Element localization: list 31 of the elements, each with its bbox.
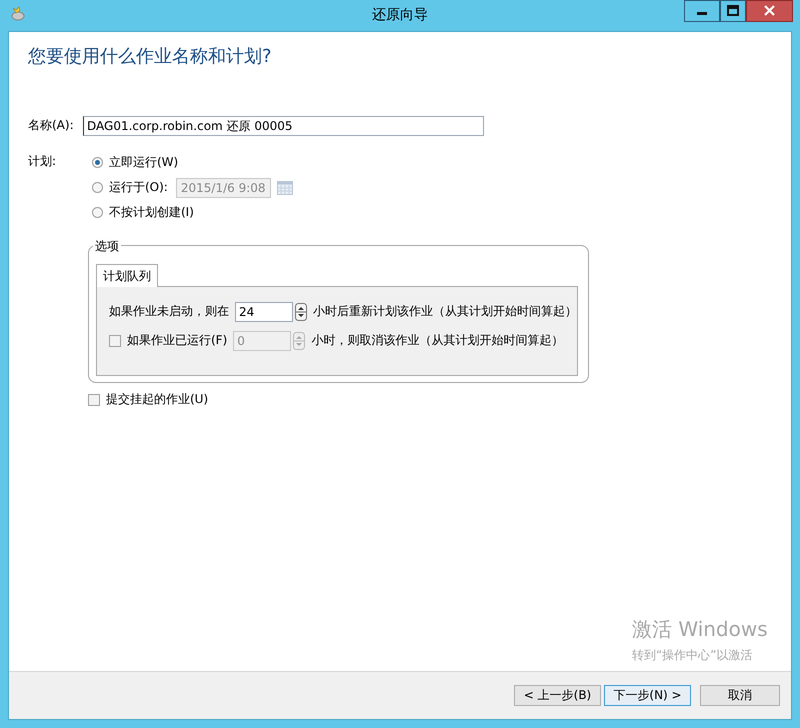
calendar-icon[interactable] (276, 180, 293, 194)
app-icon (10, 5, 26, 21)
activation-hint: 转到“操作中心”以激活 (632, 647, 752, 664)
wizard-button[interactable]: < 上一步(B) (514, 685, 601, 706)
spinner-arrows-icon[interactable] (295, 302, 307, 320)
minimize-icon[interactable] (684, 0, 720, 22)
close-icon[interactable] (746, 0, 793, 22)
activation-title: 激活 Windows (632, 616, 768, 643)
group-title: 选项 (93, 238, 121, 255)
radio-button[interactable] (92, 157, 103, 168)
radio-button[interactable] (92, 182, 103, 193)
radio-button[interactable] (92, 207, 103, 218)
radio-label: 运行于(O): (109, 179, 168, 196)
radio-label: 立即运行(W) (109, 154, 178, 171)
maximize-icon[interactable] (720, 0, 746, 22)
field-label: 小时后重新计划该作业（从其计划开始时间算起） (313, 303, 577, 320)
checkbox-label: 提交挂起的作业(U) (106, 391, 208, 408)
job-name-field[interactable]: DAG01.corp.robin.com 还原 00005 (83, 116, 484, 136)
field-label: 小时，则取消该作业（从其计划开始时间算起） (311, 332, 564, 349)
field-label: 如果作业未启动，则在 (109, 303, 229, 320)
radio-label: 不按计划创建(I) (109, 204, 194, 221)
field-label: 名称(A): (28, 117, 75, 134)
page-heading: 您要使用什么作业名称和计划? (28, 45, 272, 68)
checkbox[interactable] (88, 394, 100, 406)
checkbox-label: 如果作业已运行(F) (127, 332, 228, 349)
wizard-button[interactable]: 取消 (700, 685, 780, 706)
wizard-button[interactable]: 下一步(N) > (604, 685, 691, 706)
tab[interactable]: 计划队列 (96, 264, 158, 287)
number-field[interactable]: 24 (235, 302, 293, 322)
window-title: 还原向导 (372, 6, 428, 24)
field-label: 计划: (28, 153, 58, 170)
